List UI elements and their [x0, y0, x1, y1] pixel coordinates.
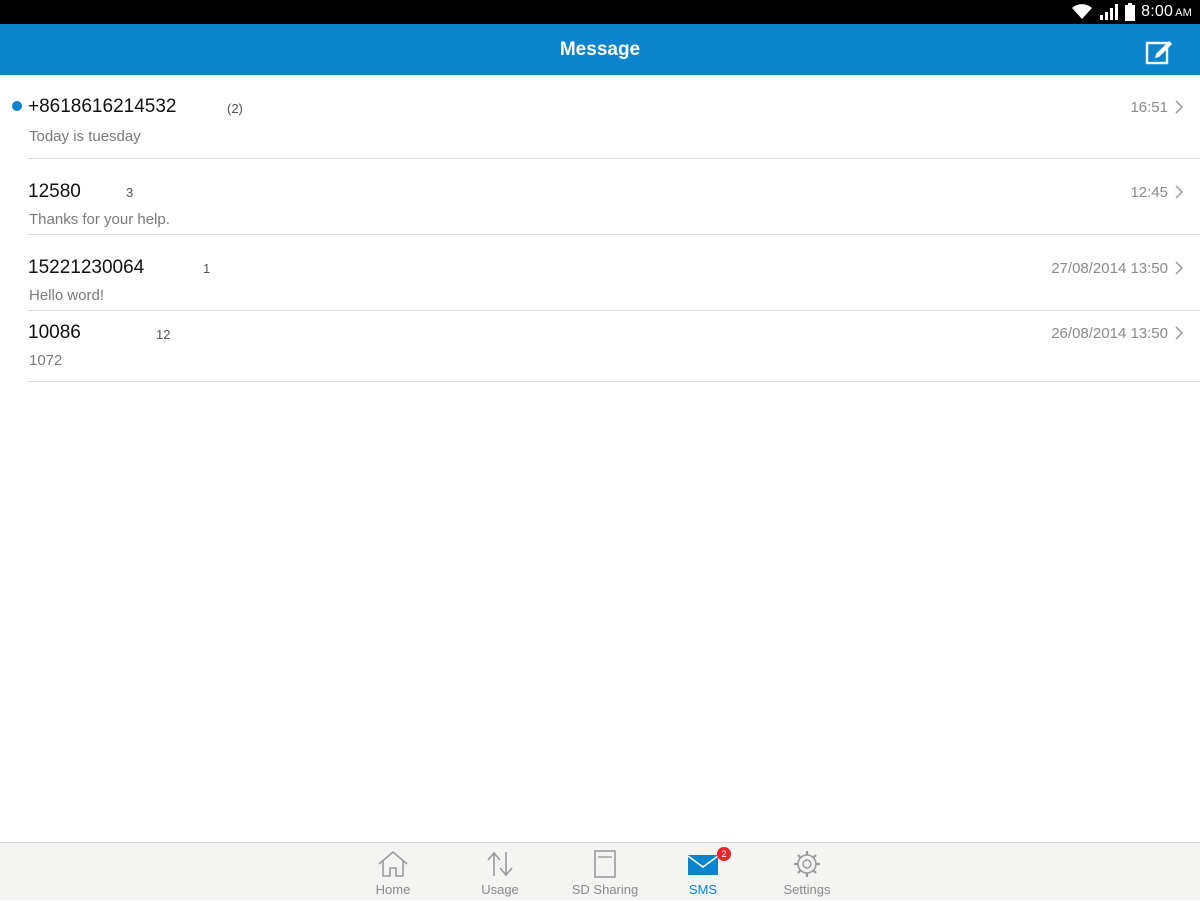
status-clock: 8:00 AM — [1141, 3, 1192, 21]
compose-icon — [1145, 41, 1172, 65]
status-bar: 8:00 AM — [0, 0, 1200, 24]
tab-label: Home — [375, 882, 411, 897]
message-count: 12 — [156, 327, 171, 342]
wifi-icon — [1071, 4, 1093, 20]
sender: 15221230064 — [28, 257, 145, 278]
gear-icon — [794, 851, 820, 877]
sender: 12580 — [28, 181, 81, 202]
tab-sms[interactable]: 2 SMS — [653, 843, 753, 901]
tab-settings[interactable]: Settings — [757, 843, 857, 901]
compose-button[interactable] — [1144, 36, 1174, 66]
page-title: Message — [559, 39, 641, 60]
message-count: 1 — [203, 261, 211, 276]
clock-time: 8:00 — [1141, 3, 1174, 20]
envelope-icon — [687, 855, 719, 875]
message-count: (2) — [227, 101, 243, 116]
tab-label: SMS — [688, 882, 718, 897]
message-time: 27/08/2014 13:50 — [1051, 260, 1168, 277]
battery-icon — [1125, 3, 1136, 21]
message-count: 3 — [126, 185, 134, 200]
sender: +8618616214532 — [28, 96, 177, 117]
chevron-right-icon — [1175, 261, 1184, 275]
message-time: 26/08/2014 13:50 — [1051, 325, 1168, 342]
sd-card-icon — [594, 850, 616, 878]
tab-home[interactable]: Home — [343, 843, 443, 901]
signal-icon — [1099, 4, 1119, 20]
bottom-tab-bar: Home Usage SD Sharing 2 SMS Settings — [0, 842, 1200, 900]
tab-label: SD Sharing — [571, 882, 639, 897]
tab-sd-sharing[interactable]: SD Sharing — [555, 843, 655, 901]
chevron-right-icon — [1175, 100, 1184, 114]
tab-label: Settings — [783, 882, 831, 897]
message-row[interactable]: 12580 3 Thanks for your help. 12:45 — [0, 159, 1200, 235]
message-list: +8618616214532 (2) Today is tuesday 16:5… — [0, 75, 1200, 382]
message-row[interactable]: +8618616214532 (2) Today is tuesday 16:5… — [0, 75, 1200, 159]
status-icons: 8:00 AM — [1071, 2, 1192, 22]
message-preview: 1072 — [29, 352, 63, 369]
tab-usage[interactable]: Usage — [450, 843, 550, 901]
message-row[interactable]: 15221230064 1 Hello word! 27/08/2014 13:… — [0, 235, 1200, 311]
home-icon — [378, 850, 408, 877]
app-header: Message — [0, 24, 1200, 75]
unread-dot — [12, 101, 22, 111]
message-preview: Hello word! — [29, 287, 105, 304]
message-preview: Thanks for your help. — [29, 211, 170, 228]
sender: 10086 — [28, 322, 81, 343]
message-row[interactable]: 10086 12 1072 26/08/2014 13:50 — [0, 311, 1200, 382]
clock-ampm: AM — [1175, 7, 1192, 19]
message-time: 12:45 — [1130, 184, 1168, 201]
message-time: 16:51 — [1130, 99, 1168, 116]
tab-label: Usage — [481, 882, 519, 897]
message-preview: Today is tuesday — [29, 128, 141, 145]
usage-arrows-icon — [487, 851, 513, 877]
unread-badge: 2 — [717, 847, 731, 861]
chevron-right-icon — [1175, 326, 1184, 340]
row-divider — [28, 381, 1200, 382]
chevron-right-icon — [1175, 185, 1184, 199]
